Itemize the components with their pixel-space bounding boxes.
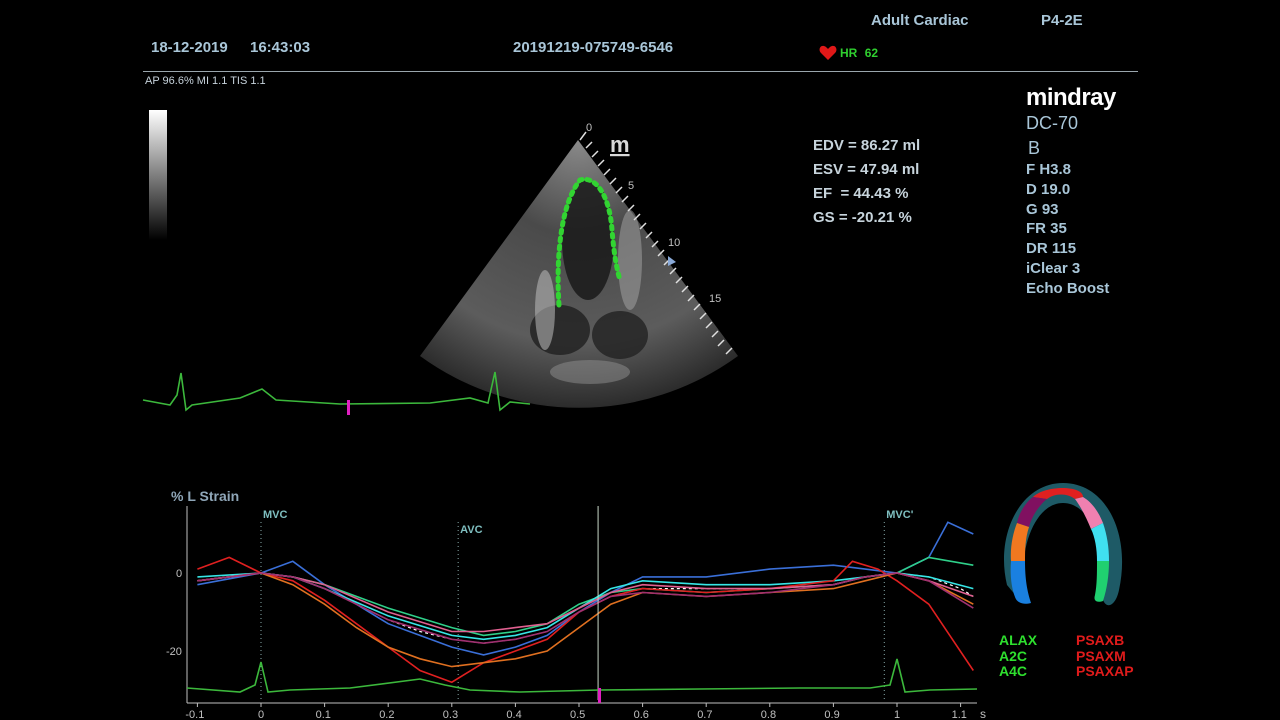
x-unit-label: s [980,707,986,720]
segment-legend-right: PSAXB PSAXM PSAXAP [1076,633,1138,680]
x-tick-label: 0.8 [761,709,776,720]
legend-a4c: A4C [999,663,1028,679]
x-tick-label: 0.1 [316,709,331,720]
x-tick-label: 0.2 [379,709,394,720]
legend-psaxap: PSAXAP [1076,663,1134,679]
legend-a2c: A2C [999,647,1028,664]
x-tick-label: 0 [258,709,264,720]
strain-chart-title: % L Strain [171,488,239,504]
x-tick-label: 1 [894,709,900,720]
strain-curves [197,521,974,684]
bottom-ecg-trace [186,658,978,693]
x-tick-label: 0.4 [506,709,521,720]
x-tick-label: 0.5 [570,709,585,720]
y-tick-minus20: -20 [166,646,182,658]
x-tick-label: -0.1 [185,709,204,720]
segment-diagram [1003,483,1123,606]
segment-legend-left: ALAX A2C A4C [999,632,1038,680]
legend-psaxb: PSAXB [1076,633,1125,648]
x-tick-label: 0.6 [634,709,649,720]
x-tick-label: 0.3 [443,709,458,720]
strain-series-line [197,521,974,656]
event-label: MVC' [886,509,913,521]
strain-series-line [197,572,974,668]
bottom-ecg-cursor [598,688,601,703]
x-tick-label: 0.9 [824,709,839,720]
y-tick-0: 0 [176,568,182,580]
legend-psaxm: PSAXM [1076,647,1126,664]
legend-alax: ALAX [999,632,1038,648]
x-tick-label: 0.7 [697,709,712,720]
x-ticks: -0.1 0 0.1 0.2 0.3 0.4 0.5 0.6 0.7 0.8 0.9 1 1.1 [185,703,967,720]
event-label: MVC [263,509,288,521]
segment-anterior-basal [1010,561,1031,604]
x-tick-label: 1.1 [952,709,967,720]
event-label: AVC [460,524,482,536]
